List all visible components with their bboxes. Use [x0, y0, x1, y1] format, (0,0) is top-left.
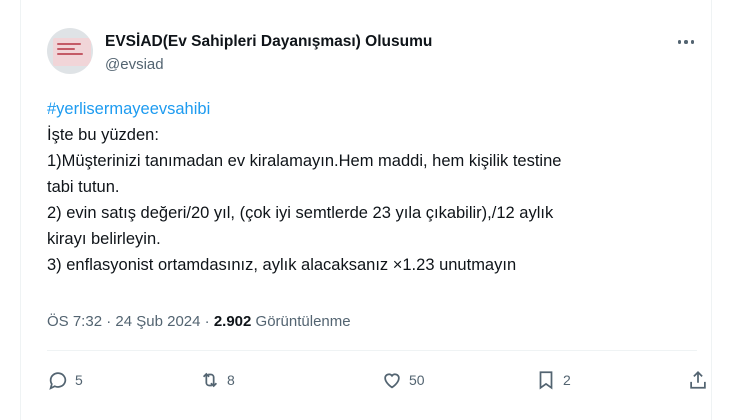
tweet-text: #yerlisermayeevsahibi İşte bu yüzden: 1)… [47, 96, 697, 278]
view-label: Görüntülenme [255, 313, 351, 330]
share-button[interactable] [687, 366, 709, 394]
reply-icon [49, 372, 67, 390]
tweet-line: 1)Müşterinizi tanımadan ev kiralamayın.H… [47, 152, 562, 170]
like-count: 50 [409, 372, 425, 388]
tweet-card: EVSİAD(Ev Sahipleri Dayanışması) Olusumu… [20, 0, 712, 420]
hashtag-link[interactable]: #yerlisermayeevsahibi [47, 96, 697, 122]
retweet-button[interactable]: 8 [199, 366, 235, 394]
view-count: 2.902 [213, 313, 252, 330]
avatar-image [53, 38, 91, 66]
bookmark-icon [539, 371, 553, 390]
tweet-time[interactable]: ÖS 7:32 [47, 313, 102, 330]
meta-separator: · [204, 313, 210, 330]
meta-separator: · [106, 313, 112, 330]
tweet-line: kirayı belirleyin. [47, 230, 161, 248]
author-handle[interactable]: @evsiad [105, 56, 164, 73]
tweet-date[interactable]: 24 Şub 2024 [115, 313, 200, 330]
tweet-line: 2) evin satış değeri/20 yıl, (çok iyi se… [47, 204, 554, 222]
reply-count: 5 [75, 372, 83, 388]
tweet-meta: ÖS 7:32 · 24 Şub 2024 · 2.902 Görüntülen… [47, 313, 351, 330]
avatar[interactable] [47, 28, 93, 74]
retweet-icon [202, 372, 218, 388]
bookmark-button[interactable]: 2 [535, 366, 571, 394]
retweet-count: 8 [227, 372, 235, 388]
tweet-line: İşte bu yüzden: [47, 126, 159, 144]
author-name[interactable]: EVSİAD(Ev Sahipleri Dayanışması) Olusumu [105, 33, 432, 51]
divider [47, 350, 697, 351]
more-icon[interactable] [673, 32, 699, 52]
tweet-line: tabi tutun. [47, 178, 120, 196]
reply-button[interactable]: 5 [47, 366, 83, 394]
tweet-line: 3) enflasyonist ortamdasınız, aylık alac… [47, 256, 517, 274]
bookmark-count: 2 [563, 372, 571, 388]
share-icon [690, 370, 706, 389]
like-icon [384, 373, 400, 389]
like-button[interactable]: 50 [381, 366, 425, 394]
action-bar: 5 8 50 2 [47, 366, 707, 394]
